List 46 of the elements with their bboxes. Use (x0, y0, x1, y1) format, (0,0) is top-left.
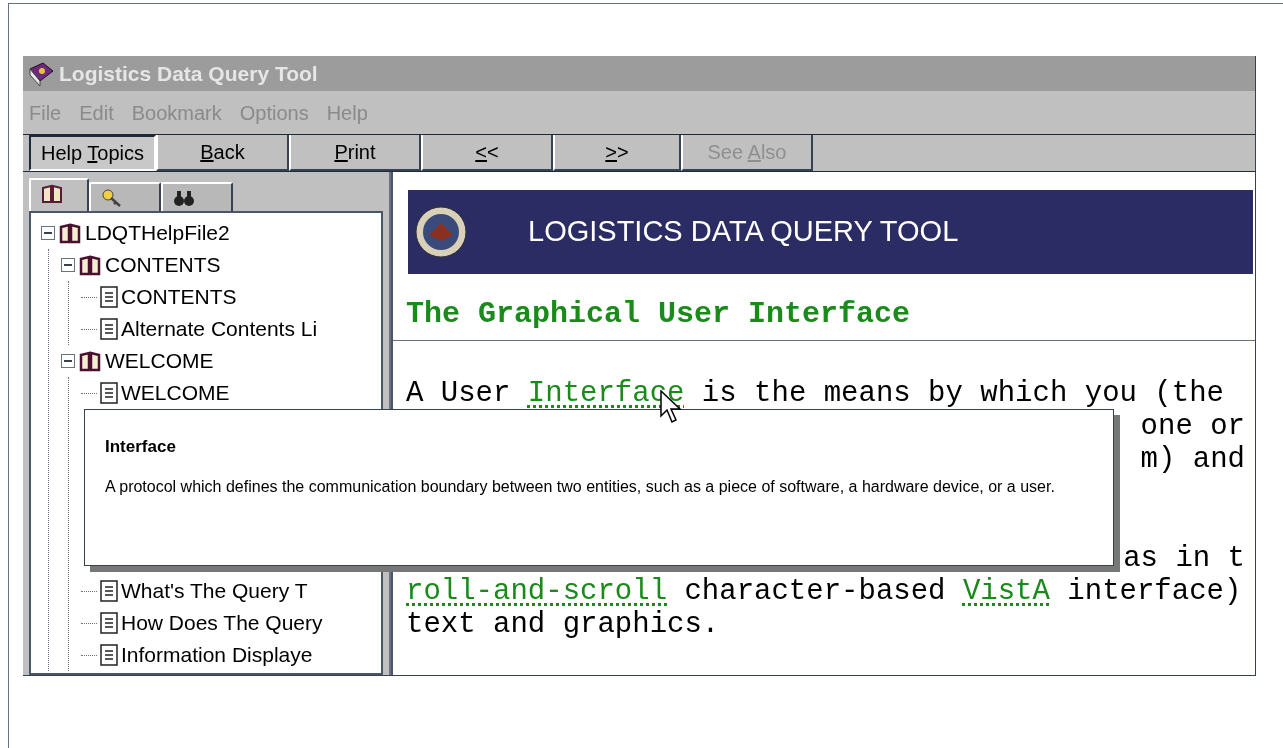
body-text: A User (406, 377, 512, 410)
popup-title: Interface (105, 436, 177, 458)
sidebar-tab[interactable] (89, 182, 161, 211)
tree-item[interactable]: WELCOME (105, 345, 214, 377)
tree-item[interactable]: CONTENTS (105, 249, 221, 281)
tree-item[interactable]: How Does The Query (121, 607, 323, 639)
body-text: interface) (1066, 575, 1242, 608)
page-icon (100, 286, 118, 308)
expander-toggle[interactable] (41, 226, 55, 240)
expander-toggle[interactable] (61, 258, 75, 272)
expander-toggle[interactable] (61, 354, 75, 368)
glossary-link[interactable]: VistA (962, 575, 1050, 608)
tree-item[interactable]: Information Displaye (121, 639, 313, 671)
body-text: m) and (1140, 443, 1245, 476)
sidebar-tab[interactable] (161, 182, 233, 211)
help-book-icon (27, 60, 55, 87)
tree-item[interactable]: Alternate Contents Li (121, 313, 318, 345)
body-text: character-based (683, 575, 947, 608)
banner-title: LOGISTICS DATA QUERY TOOL (528, 214, 959, 250)
book-icon (78, 254, 102, 276)
window-title: Logistics Data Query Tool (59, 60, 318, 87)
body-text: as in t (1123, 542, 1245, 575)
popup-text: A protocol which defines the communication boundary between two entities, such as a piece of software, a hardware device, or a user. (105, 476, 1056, 497)
tree-item[interactable]: LDQTHelpFile2 (85, 217, 230, 249)
book-icon (41, 184, 63, 204)
page-icon (100, 612, 118, 634)
tree-item[interactable]: What's The Query T (121, 575, 308, 607)
body-text: is the means by which you (the (700, 377, 1224, 410)
book-icon (78, 350, 102, 372)
book-icon (58, 222, 82, 244)
tree-item[interactable]: CONTENTS (121, 281, 237, 313)
page-icon (100, 318, 118, 340)
page-icon (100, 382, 118, 404)
seal-icon (414, 205, 468, 259)
body-text: one or (1140, 410, 1245, 443)
glossary-link[interactable]: roll-and-scroll (406, 575, 668, 608)
tree-item[interactable]: WELCOME (121, 377, 230, 409)
binoculars-icon (173, 188, 195, 208)
toolbar-button[interactable]: Help Topics (29, 135, 156, 171)
page-icon (100, 644, 118, 666)
page-icon (100, 580, 118, 602)
glossary-link[interactable]: Interface (527, 377, 685, 410)
body-text: text and graphics. (406, 608, 720, 641)
key-icon (101, 188, 123, 208)
sidebar-tab[interactable] (29, 178, 89, 211)
topic-heading: The Graphical User Interface (406, 296, 912, 333)
